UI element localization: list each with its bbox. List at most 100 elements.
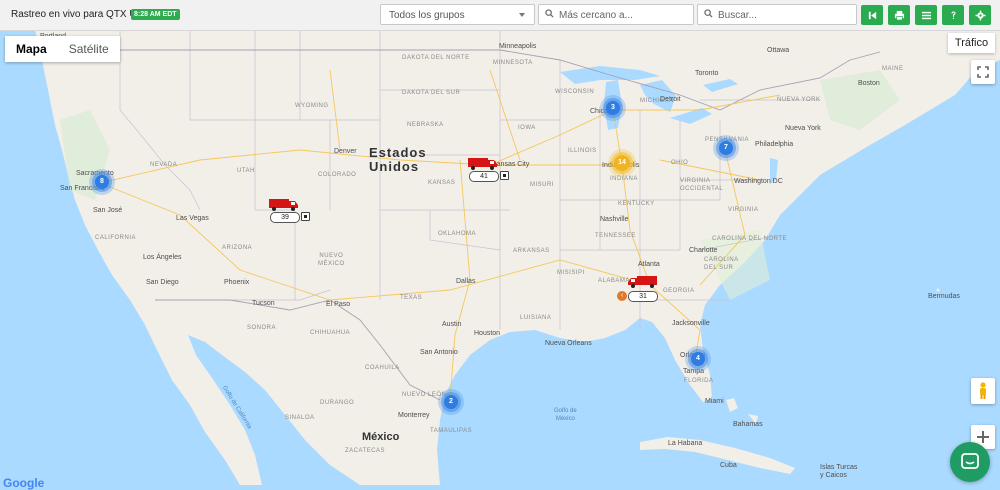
cluster-marker[interactable]: 8 (95, 175, 109, 189)
state-label: NUEVO LEÓN (402, 392, 447, 398)
state-label: ZACATECAS (345, 448, 386, 454)
settings-icon (975, 10, 985, 20)
city-label: Atlanta (638, 261, 660, 268)
cluster-marker[interactable]: 3 (606, 101, 620, 115)
chat-icon (961, 453, 979, 469)
pegman-icon (980, 382, 986, 399)
country-label: Estados Unidos (369, 145, 427, 174)
state-label: COAHUILA (365, 365, 400, 371)
search-input[interactable] (718, 8, 838, 22)
state-label: INDIANA (610, 176, 638, 182)
state-label: DURANGO (320, 400, 355, 406)
city-label: San Diego (146, 279, 179, 286)
state-label: CHIHUAHUA (310, 330, 351, 336)
truck-icon[interactable] (269, 198, 299, 212)
city-label: Dallas (456, 278, 476, 285)
time-badge: 8:28 AM EDT (131, 9, 180, 20)
city-label: Charlotte (689, 247, 718, 254)
city-label: Ottawa (767, 47, 790, 54)
group-select[interactable]: Todos los grupos (380, 4, 535, 25)
city-label: Toronto (695, 70, 719, 77)
state-label: WISCONSIN (555, 89, 595, 95)
fullscreen-button[interactable] (971, 60, 995, 84)
plus-icon (977, 431, 989, 443)
skip-back-button[interactable] (861, 5, 883, 25)
cluster-marker[interactable]: 7 (719, 141, 733, 155)
state-label: LUISIANA (520, 315, 552, 321)
city-label: Nueva York (785, 125, 821, 132)
country-label: México (362, 431, 400, 443)
city-label: San Antonio (420, 349, 458, 356)
near-input[interactable] (559, 8, 679, 22)
print-button[interactable] (888, 5, 910, 25)
tab-satellite[interactable]: Satélite (58, 36, 120, 62)
city-label: Tampa (683, 368, 705, 375)
state-label: MICHIGAN (640, 98, 674, 104)
state-label: SONORA (247, 325, 277, 331)
fullscreen-icon (977, 66, 989, 78)
tab-map[interactable]: Mapa (5, 36, 58, 62)
state-label: OHIO (671, 160, 689, 166)
state-label: COLORADO (318, 172, 357, 178)
city-label: Monterrey (398, 412, 430, 419)
city-label: Miami (705, 398, 724, 405)
settings-button[interactable] (969, 5, 991, 25)
state-label: TENNESSEE (595, 233, 636, 239)
state-label: TEXAS (400, 295, 423, 301)
street-view-button[interactable] (971, 378, 995, 404)
state-label: CALIFORNIA (95, 235, 137, 241)
state-label: IOWA (518, 125, 536, 131)
state-label: MINNESOTA (493, 60, 533, 66)
truck-icon[interactable] (468, 157, 498, 171)
state-label: NEVADA (150, 162, 178, 168)
city-label: Sacramento (76, 170, 114, 177)
search-field[interactable] (697, 4, 857, 25)
chat-button[interactable] (950, 442, 990, 482)
state-label: ILLINOIS (568, 148, 597, 154)
state-label: MISISIPI (557, 270, 585, 276)
truck-icon[interactable] (627, 275, 657, 289)
state-label: NUEVA YORK (777, 97, 821, 103)
city-label: Jacksonville (672, 320, 710, 327)
city-label: Nashville (600, 216, 629, 223)
state-label: UTAH (237, 168, 255, 174)
state-label: VIRGINIA (728, 207, 759, 213)
near-field[interactable] (538, 4, 694, 25)
traffic-button[interactable]: Tráfico (948, 33, 995, 53)
city-label: Boston (858, 80, 880, 87)
city-label: Philadelphia (755, 141, 794, 148)
state-label: NEBRASKA (407, 122, 444, 128)
skip-back-icon (868, 11, 876, 19)
group-select-value: Todos los grupos (389, 10, 465, 21)
city-label: Tucson (252, 300, 275, 307)
truck-label[interactable]: 41 (469, 171, 499, 182)
cluster-marker[interactable]: 2 (444, 395, 458, 409)
state-label: ALABAMA (598, 278, 630, 284)
city-label: La Habana (668, 440, 703, 447)
city-label: Nueva Orleans (545, 340, 592, 347)
truck-label[interactable]: 39 (270, 212, 300, 223)
city-label: Bahamas (733, 421, 763, 428)
list-button[interactable] (915, 5, 937, 25)
state-label: KENTUCKY (618, 201, 655, 207)
city-label: Washington DC (734, 178, 783, 185)
map-canvas[interactable]: Portland Minneapolis Ottawa Toronto Detr… (0, 30, 1000, 485)
state-label: ARIZONA (222, 245, 253, 251)
truck-label[interactable]: 31 (628, 291, 658, 302)
state-label: NUEVO MÉXICO (318, 253, 345, 267)
city-label: Houston (474, 330, 501, 337)
chevron-down-icon (519, 13, 525, 17)
state-label: FLORIDA (684, 378, 714, 384)
help-button[interactable] (942, 5, 964, 25)
state-label: WYOMING (295, 103, 329, 109)
city-label: Los Ángeles (143, 254, 182, 261)
page-title: Rastreo en vivo para QTX US (11, 9, 144, 20)
list-icon (921, 11, 931, 19)
cluster-marker[interactable]: 14 (614, 155, 630, 171)
state-label: ARKANSAS (513, 248, 550, 254)
search-icon (545, 9, 554, 18)
cluster-marker[interactable]: 4 (691, 352, 705, 366)
help-icon (950, 10, 956, 19)
top-bar: Rastreo en vivo para QTX US 8:28 AM EDT … (0, 0, 1000, 31)
state-label: SINALOA (285, 415, 315, 421)
